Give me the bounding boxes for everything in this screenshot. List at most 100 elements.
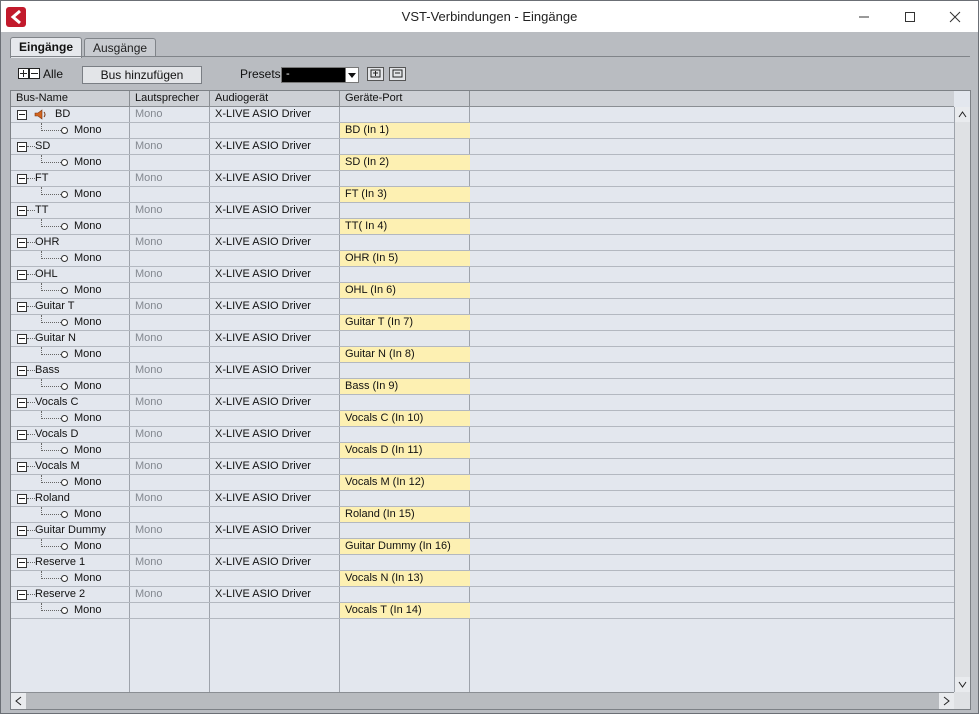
device-port-cell[interactable] [340, 267, 470, 282]
bus-row[interactable]: Guitar T Mono X-LIVE ASIO Driver [11, 299, 954, 315]
speaker-cell[interactable]: Mono [130, 363, 210, 378]
channel-row[interactable]: Mono Vocals T (In 14) [11, 603, 954, 619]
bus-row[interactable]: Vocals C Mono X-LIVE ASIO Driver [11, 395, 954, 411]
speaker-cell[interactable]: Mono [130, 203, 210, 218]
col-bus-name[interactable]: Bus-Name [11, 91, 130, 106]
channel-row[interactable]: Mono BD (In 1) [11, 123, 954, 139]
device-port-select[interactable]: Vocals N (In 13) [340, 571, 470, 586]
bus-name-cell[interactable]: TT [11, 203, 130, 218]
bus-row[interactable]: FT Mono X-LIVE ASIO Driver [11, 171, 954, 187]
channel-row[interactable]: Mono Vocals M (In 12) [11, 475, 954, 491]
bus-name-cell[interactable]: Vocals M [11, 459, 130, 474]
tab-inputs[interactable]: Eingänge [10, 37, 83, 58]
device-port-select[interactable]: BD (In 1) [340, 123, 470, 138]
collapse-icon[interactable] [17, 590, 27, 600]
bus-name-cell[interactable]: Guitar N [11, 331, 130, 346]
chevron-down-icon[interactable] [345, 68, 358, 82]
audio-device-cell[interactable]: X-LIVE ASIO Driver [210, 171, 340, 186]
collapse-icon[interactable] [17, 334, 27, 344]
speaker-cell[interactable]: Mono [130, 139, 210, 154]
bus-row[interactable]: Vocals M Mono X-LIVE ASIO Driver [11, 459, 954, 475]
collapse-icon[interactable] [17, 558, 27, 568]
bus-name-cell[interactable]: SD [11, 139, 130, 154]
audio-device-cell[interactable]: X-LIVE ASIO Driver [210, 459, 340, 474]
device-port-select[interactable]: OHL (In 6) [340, 283, 470, 298]
bus-name-cell[interactable]: Vocals C [11, 395, 130, 410]
bus-name-cell[interactable]: Bass [11, 363, 130, 378]
audio-device-cell[interactable]: X-LIVE ASIO Driver [210, 395, 340, 410]
channel-row[interactable]: Mono Guitar N (In 8) [11, 347, 954, 363]
bus-row[interactable]: Reserve 2 Mono X-LIVE ASIO Driver [11, 587, 954, 603]
bus-name-cell[interactable]: FT [11, 171, 130, 186]
col-audio-device[interactable]: Audiogerät [210, 91, 340, 106]
channel-row[interactable]: Mono Vocals C (In 10) [11, 411, 954, 427]
bus-row[interactable]: TT Mono X-LIVE ASIO Driver [11, 203, 954, 219]
collapse-icon[interactable] [17, 494, 27, 504]
audio-device-cell[interactable]: X-LIVE ASIO Driver [210, 203, 340, 218]
device-port-select[interactable]: Roland (In 15) [340, 507, 470, 522]
close-button[interactable] [932, 1, 978, 32]
device-port-select[interactable]: FT (In 3) [340, 187, 470, 202]
bus-name-cell[interactable]: BD [11, 107, 130, 122]
bus-name-cell[interactable]: OHL [11, 267, 130, 282]
add-bus-button[interactable]: Bus hinzufügen [82, 66, 202, 84]
presets-select[interactable]: - [281, 67, 359, 83]
bus-name-cell[interactable]: Vocals D [11, 427, 130, 442]
speaker-cell[interactable]: Mono [130, 235, 210, 250]
collapse-icon[interactable] [17, 238, 27, 248]
bus-row[interactable]: Vocals D Mono X-LIVE ASIO Driver [11, 427, 954, 443]
bus-row[interactable]: OHL Mono X-LIVE ASIO Driver [11, 267, 954, 283]
collapse-icon[interactable] [17, 462, 27, 472]
bus-row[interactable]: OHR Mono X-LIVE ASIO Driver [11, 235, 954, 251]
bus-row[interactable]: SD Mono X-LIVE ASIO Driver [11, 139, 954, 155]
collapse-icon[interactable] [17, 430, 27, 440]
audio-device-cell[interactable]: X-LIVE ASIO Driver [210, 107, 340, 122]
device-port-select[interactable]: Vocals M (In 12) [340, 475, 470, 490]
device-port-cell[interactable] [340, 203, 470, 218]
device-port-cell[interactable] [340, 459, 470, 474]
horizontal-scrollbar[interactable] [11, 692, 954, 709]
collapse-icon[interactable] [17, 270, 27, 280]
device-port-cell[interactable] [340, 555, 470, 570]
bus-name-cell[interactable]: Reserve 1 [11, 555, 130, 570]
scroll-up-button[interactable] [955, 107, 970, 122]
scroll-right-button[interactable] [939, 693, 954, 709]
bus-row[interactable]: Roland Mono X-LIVE ASIO Driver [11, 491, 954, 507]
device-port-cell[interactable] [340, 523, 470, 538]
audio-device-cell[interactable]: X-LIVE ASIO Driver [210, 267, 340, 282]
device-port-select[interactable]: OHR (In 5) [340, 251, 470, 266]
device-port-select[interactable]: Guitar T (In 7) [340, 315, 470, 330]
col-device-port[interactable]: Geräte-Port [340, 91, 470, 106]
device-port-select[interactable]: SD (In 2) [340, 155, 470, 170]
speaker-cell[interactable]: Mono [130, 171, 210, 186]
device-port-select[interactable]: TT( In 4) [340, 219, 470, 234]
speaker-cell[interactable]: Mono [130, 587, 210, 602]
bus-row[interactable]: Reserve 1 Mono X-LIVE ASIO Driver [11, 555, 954, 571]
audio-device-cell[interactable]: X-LIVE ASIO Driver [210, 139, 340, 154]
speaker-cell[interactable]: Mono [130, 555, 210, 570]
channel-row[interactable]: Mono OHR (In 5) [11, 251, 954, 267]
audio-device-cell[interactable]: X-LIVE ASIO Driver [210, 523, 340, 538]
channel-row[interactable]: Mono FT (In 3) [11, 187, 954, 203]
device-port-select[interactable]: Bass (In 9) [340, 379, 470, 394]
collapse-icon[interactable] [17, 206, 27, 216]
speaker-cell[interactable]: Mono [130, 491, 210, 506]
bus-row[interactable]: BD Mono X-LIVE ASIO Driver [11, 107, 954, 123]
device-port-cell[interactable] [340, 491, 470, 506]
speaker-cell[interactable]: Mono [130, 299, 210, 314]
audio-device-cell[interactable]: X-LIVE ASIO Driver [210, 555, 340, 570]
device-port-cell[interactable] [340, 107, 470, 122]
bus-row[interactable]: Guitar Dummy Mono X-LIVE ASIO Driver [11, 523, 954, 539]
audio-device-cell[interactable]: X-LIVE ASIO Driver [210, 427, 340, 442]
maximize-button[interactable] [887, 1, 933, 32]
speaker-cell[interactable]: Mono [130, 459, 210, 474]
speaker-cell[interactable]: Mono [130, 331, 210, 346]
collapse-all-icon[interactable] [29, 68, 40, 79]
collapse-icon[interactable] [17, 398, 27, 408]
device-port-cell[interactable] [340, 139, 470, 154]
speaker-cell[interactable]: Mono [130, 267, 210, 282]
collapse-icon[interactable] [17, 302, 27, 312]
device-port-select[interactable]: Vocals D (In 11) [340, 443, 470, 458]
device-port-select[interactable]: Vocals C (In 10) [340, 411, 470, 426]
channel-row[interactable]: Mono Guitar Dummy (In 16) [11, 539, 954, 555]
